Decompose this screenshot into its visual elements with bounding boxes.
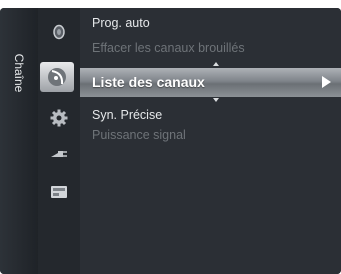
selected-item-label: Liste des canaux [92, 74, 205, 90]
scroll-down-indicator-icon [213, 98, 219, 102]
picture-icon[interactable] [49, 22, 69, 42]
application-icon[interactable] [49, 182, 69, 202]
menu-item-liste-canaux[interactable]: Liste des canaux [80, 68, 341, 97]
menu-item-puissance-signal: Puissance signal [92, 128, 186, 142]
scroll-up-indicator-icon [213, 62, 219, 66]
category-sidebar: Chaîne [0, 8, 38, 274]
input-plug-icon[interactable] [49, 144, 69, 164]
category-title: Chaîne [12, 53, 26, 93]
menu-item-effacer-canaux: Effacer les canaux brouillés [92, 41, 245, 55]
submenu-panel: Prog. auto Effacer les canaux brouillés … [80, 8, 341, 274]
menu-item-syn-precise[interactable]: Syn. Précise [92, 108, 162, 122]
menu-item-prog-auto[interactable]: Prog. auto [92, 16, 150, 30]
setup-gear-icon[interactable] [49, 108, 69, 128]
tv-menu-frame: Chaîne Prog. auto Effacer les canaux bro… [0, 8, 341, 274]
menu-icon-column [38, 8, 80, 274]
chevron-right-icon [322, 76, 331, 88]
channel-icon[interactable] [40, 62, 74, 92]
